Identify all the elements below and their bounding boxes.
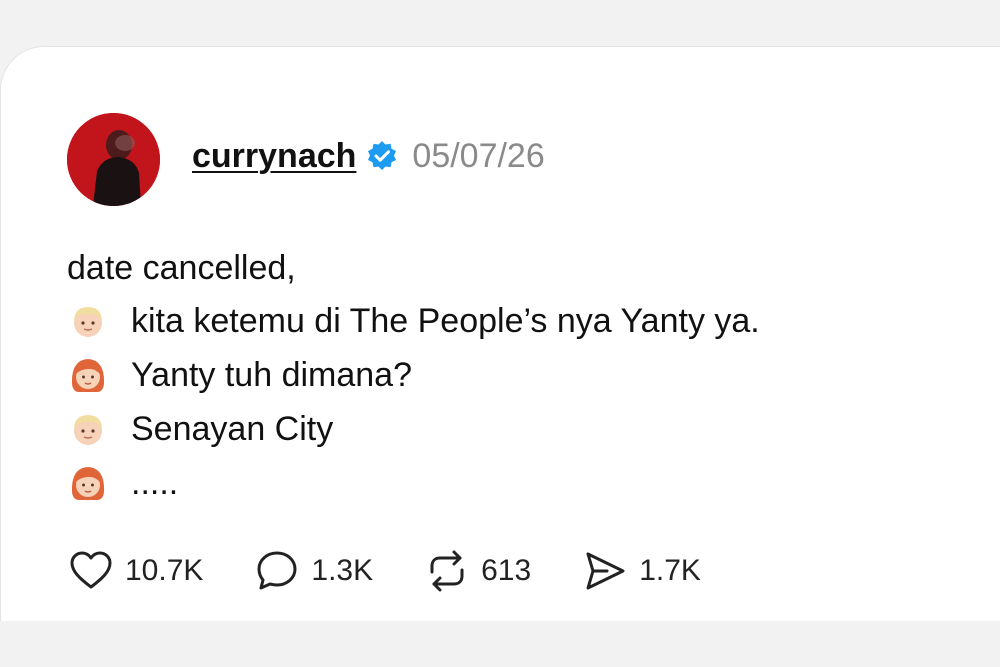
- red-haired-woman-emoji-icon: [71, 467, 105, 500]
- post-date: 05/07/26: [412, 136, 545, 175]
- post-line: .....: [67, 456, 760, 510]
- repost-icon: [430, 550, 464, 592]
- verified-badge-icon: [368, 141, 397, 170]
- post-body: date cancelled, kita ketemu di The Peopl…: [67, 242, 760, 510]
- repost-count: 613: [481, 554, 532, 587]
- comment-bubble-icon: [257, 551, 297, 590]
- comment-count: 1.3K: [311, 554, 374, 587]
- like-button[interactable]: 10.7K: [67, 547, 203, 595]
- avatar[interactable]: [67, 112, 160, 206]
- post-line: date cancelled,: [67, 242, 760, 294]
- like-count: 10.7K: [125, 554, 204, 587]
- share-count: 1.7K: [639, 554, 701, 587]
- repost-button[interactable]: 613: [423, 547, 531, 595]
- blonde-person-emoji-icon: [74, 307, 102, 337]
- post-header: currynach 05/07/26: [67, 111, 545, 207]
- post-line: Yanty tuh dimana?: [67, 348, 760, 402]
- post-line-text: Senayan City: [131, 409, 334, 448]
- comment-button[interactable]: 1.3K: [253, 547, 373, 595]
- post-line-text: Yanty tuh dimana?: [131, 355, 412, 394]
- send-icon: [586, 552, 625, 590]
- post-card: currynach 05/07/26 date cancelled, kita …: [0, 46, 1000, 621]
- post-line: kita ketemu di The People’s nya Yanty ya…: [67, 294, 760, 348]
- action-bar: 10.7K 1.3K 613 1.7K: [67, 547, 751, 595]
- share-button[interactable]: 1.7K: [581, 547, 701, 595]
- post-line-text: kita ketemu di The People’s nya Yanty ya…: [131, 301, 760, 340]
- red-haired-woman-emoji-icon: [71, 359, 105, 392]
- blonde-person-emoji-icon: [74, 415, 102, 445]
- post-line-text: .....: [131, 463, 179, 502]
- post-meta: currynach 05/07/26: [192, 137, 545, 176]
- heart-icon: [70, 551, 112, 589]
- post-line-text: date cancelled,: [67, 248, 296, 287]
- username-link[interactable]: currynach: [192, 137, 356, 176]
- post-line: Senayan City: [67, 402, 760, 456]
